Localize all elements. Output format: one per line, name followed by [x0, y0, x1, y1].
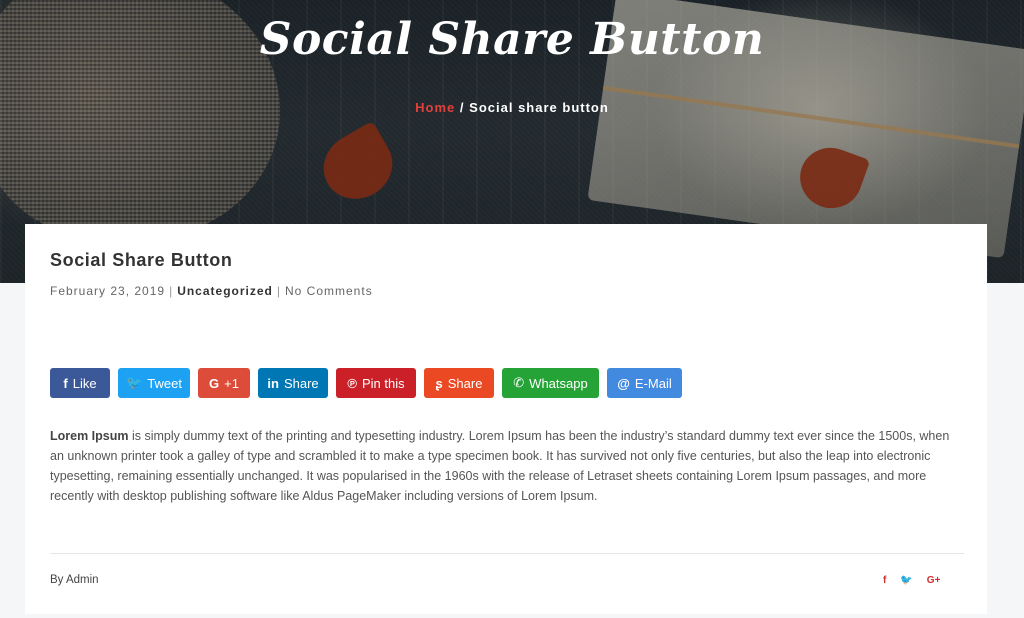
share-button-email[interactable]: @ E-Mail: [607, 368, 682, 398]
post-body-lead: Lorem Ipsum: [50, 429, 129, 443]
share-button-label: Pin this: [361, 375, 405, 391]
post-author[interactable]: By Admin: [50, 574, 99, 586]
share-button-twitter[interactable]: 🐦 Tweet: [118, 368, 190, 398]
share-button-whatsapp[interactable]: ✆ Whatsapp: [502, 368, 599, 398]
footer-share-icons: f 🐦 G+: [883, 575, 940, 586]
pinterest-icon: ℗: [347, 375, 357, 391]
meta-separator: |: [169, 284, 174, 298]
divider: [50, 553, 964, 554]
post-comments-link[interactable]: No Comments: [285, 284, 373, 298]
share-button-facebook[interactable]: f Like: [50, 368, 110, 398]
share-buttons: f Like 🐦 Tweet G +1 in Share ℗ Pin this ʂ Share ✆ Wha…: [50, 368, 682, 398]
breadcrumb: Home / Social share button: [0, 100, 1024, 115]
share-button-label: Whatsapp: [529, 375, 588, 391]
share-button-pinterest[interactable]: ℗ Pin this: [336, 368, 416, 398]
post-category-link[interactable]: Uncategorized: [177, 284, 273, 298]
post-card: Social Share Button February 23, 2019 | Un…: [25, 224, 987, 614]
breadcrumb-current: Social share button: [469, 100, 609, 115]
post-body: Lorem Ipsum is simply dummy text of the …: [50, 426, 965, 506]
twitter-icon[interactable]: 🐦: [900, 575, 912, 586]
facebook-icon[interactable]: f: [883, 575, 886, 586]
post-body-text: is simply dummy text of the printing and…: [50, 429, 950, 503]
google-plus-icon[interactable]: G+: [927, 575, 941, 586]
leaf-decoration: [311, 120, 405, 212]
meta-separator: |: [276, 284, 281, 298]
share-button-label: Tweet: [147, 375, 182, 391]
hero-title: Social Share Button: [259, 14, 765, 65]
whatsapp-icon: ✆: [513, 375, 525, 390]
post-meta: February 23, 2019 | Uncategorized | No Comme…: [50, 284, 373, 298]
post-date: February 23, 2019: [50, 284, 166, 298]
twitter-icon: 🐦: [126, 375, 143, 390]
google-plus-icon: G: [209, 375, 220, 391]
linkedin-icon: in: [267, 375, 279, 391]
share-button-label: Share: [283, 375, 319, 391]
share-button-label: E-Mail: [634, 375, 672, 391]
share-button-google-plus[interactable]: G +1: [198, 368, 250, 398]
share-button-linkedin[interactable]: in Share: [258, 368, 328, 398]
share-button-label: +1: [224, 375, 239, 391]
stumbleupon-icon: ʂ: [435, 375, 443, 391]
breadcrumb-separator: /: [459, 100, 465, 115]
facebook-icon: f: [63, 375, 68, 391]
email-icon: @: [617, 375, 630, 391]
share-button-label: Share: [447, 375, 483, 391]
post-title: Social Share Button: [50, 250, 233, 270]
share-button-label: Like: [72, 375, 97, 391]
breadcrumb-home-link[interactable]: Home: [415, 100, 455, 115]
share-button-stumbleupon[interactable]: ʂ Share: [424, 368, 494, 398]
